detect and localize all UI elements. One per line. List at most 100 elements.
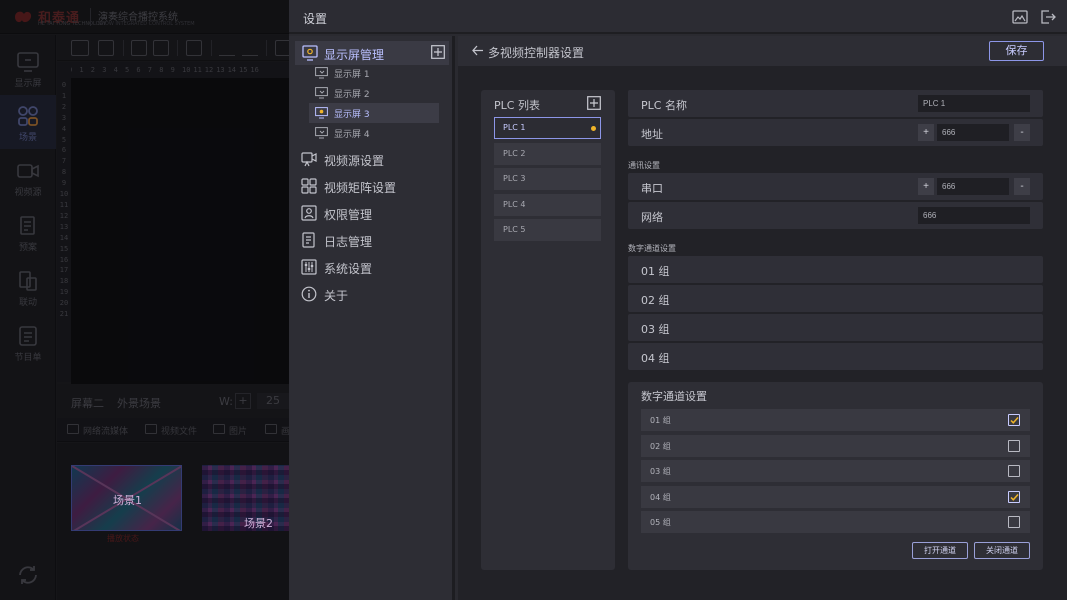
display-settings-icon — [302, 45, 318, 61]
plc-list-item[interactable]: PLC 1 — [494, 117, 601, 139]
settings-title: 设置 — [303, 12, 328, 26]
monitor-icon — [315, 107, 328, 119]
sidebar-item-label: 关于 — [324, 289, 349, 303]
info-icon — [301, 286, 317, 302]
sidebar-subitem-display-3[interactable]: 显示屏 3 — [309, 103, 439, 123]
sidebar-item-label: 权限管理 — [324, 208, 373, 222]
active-status-dot — [591, 126, 596, 131]
sidebar-item-label: 视频矩阵设置 — [324, 181, 397, 195]
group-label: 01 组 — [641, 265, 670, 278]
sidebar-item-display-management[interactable]: 显示屏管理 — [295, 41, 449, 65]
add-display-icon[interactable] — [431, 45, 445, 59]
digital-channel-panel: 数字通道设置 01 组 02 组 03 组 04 组 05 组 打开通道 关闭通… — [628, 382, 1043, 570]
group-label: 03 组 — [641, 323, 670, 336]
network-input[interactable] — [918, 207, 1030, 224]
save-button[interactable]: 保存 — [989, 41, 1044, 61]
channel-label: 02 组 — [650, 442, 671, 451]
channel-label: 04 组 — [650, 493, 671, 502]
serial-decrement-button[interactable]: - — [1014, 178, 1030, 195]
settings-sidebar: 显示屏管理 显示屏 1 显示屏 2 显示屏 3 显示屏 4 视频源设置 视频矩阵… — [289, 36, 455, 600]
channel-row[interactable]: 04 组 — [641, 486, 1030, 508]
channel-row[interactable]: 02 组 — [641, 435, 1030, 457]
serial-row: 串口 + - — [628, 173, 1043, 200]
add-plc-icon[interactable] — [587, 96, 601, 110]
plc-list-item[interactable]: PLC 2 — [494, 143, 601, 165]
plc-name-row: PLC 名称 — [628, 90, 1043, 117]
sidebar-item-label: 系统设置 — [324, 262, 373, 276]
group-label: 02 组 — [641, 294, 670, 307]
plc-list-title: PLC 列表 — [494, 99, 540, 112]
close-channel-button[interactable]: 关闭通道 — [974, 542, 1030, 559]
address-increment-button[interactable]: + — [918, 124, 934, 141]
permission-user-icon — [301, 205, 317, 221]
sidebar-item-video-source[interactable]: 视频源设置 — [301, 148, 451, 170]
sidebar-subitem-label: 显示屏 2 — [334, 90, 370, 100]
plc-item-label: PLC 1 — [503, 123, 526, 132]
sidebar-item-label: 显示屏管理 — [324, 48, 385, 62]
exit-icon[interactable] — [1040, 10, 1056, 24]
channel-row[interactable]: 03 组 — [641, 460, 1030, 482]
address-label: 地址 — [641, 128, 663, 141]
scene-label: 场景2 — [244, 517, 273, 530]
channel-checkbox[interactable] — [1008, 414, 1020, 426]
sliders-icon — [301, 259, 317, 275]
group-label: 04 组 — [641, 352, 670, 365]
sidebar-item-system-settings[interactable]: 系统设置 — [301, 256, 451, 278]
monitor-icon — [315, 87, 328, 99]
sidebar-item-log-management[interactable]: 日志管理 — [301, 229, 451, 251]
background-app: 和泰通 HE TAI TONG TECHNOLOGY 演奏综合播控系统 SHOW… — [0, 0, 291, 600]
checkmark-icon — [1010, 494, 1019, 501]
plc-list-item[interactable]: PLC 4 — [494, 194, 601, 216]
group-row[interactable]: 03 组 — [628, 314, 1043, 341]
serial-input[interactable] — [937, 178, 1009, 195]
plc-name-input[interactable] — [918, 95, 1030, 112]
digital-panel-title: 数字通道设置 — [641, 390, 707, 403]
channel-checkbox[interactable] — [1008, 516, 1020, 528]
group-row[interactable]: 04 组 — [628, 343, 1043, 370]
matrix-grid-icon — [301, 178, 317, 194]
channel-checkbox[interactable] — [1008, 465, 1020, 477]
channel-label: 05 组 — [650, 518, 671, 527]
sidebar-subitem-display-1[interactable]: 显示屏 1 — [309, 63, 439, 83]
checkmark-icon — [1010, 417, 1019, 424]
sidebar-subitem-label: 显示屏 3 — [334, 110, 370, 120]
sidebar-subitem-display-2[interactable]: 显示屏 2 — [309, 83, 439, 103]
breadcrumb-title: 多视频控制器设置 — [488, 46, 585, 60]
plc-item-label: PLC 5 — [503, 225, 526, 234]
serial-label: 串口 — [641, 182, 663, 195]
channel-row[interactable]: 05 组 — [641, 511, 1030, 533]
sidebar-item-label: 视频源设置 — [324, 154, 385, 168]
breadcrumb: 多视频控制器设置 保存 — [458, 36, 1067, 66]
address-input[interactable] — [937, 124, 1009, 141]
screenshot-icon[interactable] — [1012, 10, 1028, 24]
network-label: 网络 — [641, 211, 663, 224]
channel-row[interactable]: 01 组 — [641, 409, 1030, 431]
plc-list-item[interactable]: PLC 5 — [494, 219, 601, 241]
sidebar-subitem-label: 显示屏 4 — [334, 130, 370, 140]
sidebar-subitem-display-4[interactable]: 显示屏 4 — [309, 123, 439, 143]
plc-list-item[interactable]: PLC 3 — [494, 168, 601, 190]
monitor-icon — [315, 67, 328, 79]
address-decrement-button[interactable]: - — [1014, 124, 1030, 141]
group-row[interactable]: 02 组 — [628, 285, 1043, 312]
plc-item-label: PLC 3 — [503, 174, 526, 183]
settings-header: 设置 — [289, 0, 1067, 34]
settings-content: 多视频控制器设置 保存 PLC 列表 PLC 1 PLC 2 PLC 3 PLC… — [458, 36, 1067, 600]
sidebar-item-video-matrix[interactable]: 视频矩阵设置 — [301, 175, 451, 197]
channel-label: 03 组 — [650, 467, 671, 476]
monitor-icon — [315, 127, 328, 139]
scene-label: 场景1 — [113, 494, 142, 507]
sidebar-subitem-label: 显示屏 1 — [334, 70, 370, 80]
plc-name-label: PLC 名称 — [641, 99, 687, 112]
video-source-icon — [301, 152, 317, 167]
sidebar-item-about[interactable]: 关于 — [301, 283, 451, 305]
network-row: 网络 — [628, 202, 1043, 229]
settings-panel: 设置 显示屏管理 显示屏 1 显示屏 2 显示屏 3 显示屏 4 视频源设置 视… — [289, 0, 1067, 600]
sidebar-item-permissions[interactable]: 权限管理 — [301, 202, 451, 224]
group-row[interactable]: 01 组 — [628, 256, 1043, 283]
open-channel-button[interactable]: 打开通道 — [912, 542, 968, 559]
channel-checkbox[interactable] — [1008, 440, 1020, 452]
serial-increment-button[interactable]: + — [918, 178, 934, 195]
back-arrow-icon[interactable] — [472, 45, 484, 56]
channel-checkbox[interactable] — [1008, 491, 1020, 503]
